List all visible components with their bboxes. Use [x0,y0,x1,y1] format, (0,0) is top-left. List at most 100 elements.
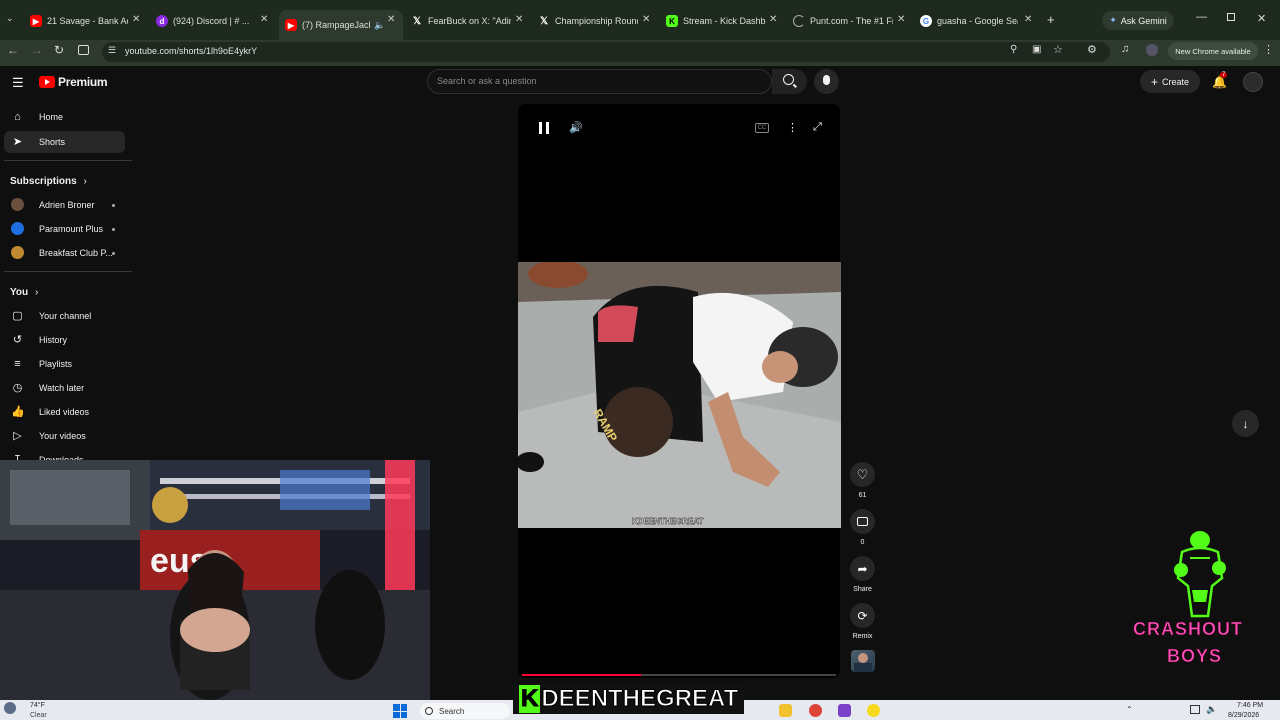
sidebar-item-playlists[interactable]: ≡ Playlists [0,353,126,375]
close-tab-icon[interactable]: ✕ [769,14,777,25]
youtube-logo-icon [39,76,55,88]
clock-time[interactable]: 7:46 PM [1237,702,1263,709]
pause-icon[interactable] [539,122,549,134]
tab-rampagejackson[interactable]: ▶ (7) RampageJacks 🔈 [279,10,403,40]
channel-icon: ▢ [12,309,23,322]
next-short-button[interactable]: ↓ [1232,410,1259,437]
caption-text: DEENTHEGREAT [541,685,739,713]
comments-button[interactable] [850,509,875,534]
youtube-premium-logo[interactable]: Premium [39,75,108,89]
like-button[interactable]: ♡ [850,462,875,487]
hamburger-menu-icon[interactable]: ☰ [12,75,24,91]
close-tab-icon[interactable]: ✕ [1024,14,1032,25]
kick-icon: K [666,15,678,27]
zoom-icon[interactable]: ⚲ [1010,44,1017,55]
sidebar-subscription-paramount-plus[interactable]: Paramount Plus [0,218,126,240]
video-icon: ▷ [13,429,22,442]
tab-discord[interactable]: d (924) Discord | # ... [156,9,254,33]
avatar [11,246,24,259]
arrow-down-icon: ↓ [1242,416,1249,431]
reload-icon[interactable]: ↻ [54,43,64,57]
fullscreen-icon[interactable]: ⤢ [813,121,822,134]
remix-button[interactable]: ⟳ [850,603,875,628]
crashout-boys-logo [1168,530,1230,622]
sidebar-subscription-adrien-broner[interactable]: Adrien Broner [0,194,126,216]
volume-icon[interactable]: 🔊 [569,121,583,134]
boys-text: BOYS [1167,646,1223,667]
subscriptions-heading[interactable]: Subscriptions › [10,176,87,187]
chrome-icon[interactable] [809,704,822,717]
file-explorer-icon[interactable] [779,704,792,717]
browser-tab-strip: ⌄ ▶ 21 Savage - Bank Acco ✕ d (924) Disc… [0,0,1280,40]
chrome-menu-icon[interactable]: ⋮ [1263,43,1274,56]
loading-icon [793,15,805,27]
sidebar-item-liked-videos[interactable]: 👍 Liked videos [0,401,126,423]
channel-avatar[interactable] [851,650,875,672]
stream-caption-banner: K DEENTHEGREAT [513,684,745,714]
system-tray-chevron-icon[interactable]: ⌃ [1126,705,1133,714]
media-controls-icon[interactable]: ♫ [1121,43,1129,55]
close-window-icon[interactable]: ✕ [1257,12,1266,25]
close-tab-icon[interactable]: ✕ [132,14,140,25]
close-tab-icon[interactable]: ✕ [515,14,523,25]
extensions-icon[interactable]: ⚙ [1087,43,1097,56]
close-tab-icon[interactable]: ✕ [387,14,395,25]
sidebar-divider [4,160,132,161]
windows-start-button[interactable] [393,704,407,718]
norton-icon[interactable] [867,704,880,717]
tab-championship[interactable]: 𝕏 Championship Rounds [538,9,638,33]
minimize-icon[interactable]: — [1196,11,1207,23]
site-info-icon[interactable]: ☰ [108,45,116,56]
tab-fearbuck[interactable]: 𝕏 FearBuck on X: "Adin R [411,9,511,33]
plus-icon: + [1150,74,1158,89]
audio-playing-icon[interactable]: 🔈 [374,20,385,31]
sidebar-subscription-breakfast-club[interactable]: Breakfast Club P... [0,242,126,264]
profile-icon[interactable] [1146,44,1158,56]
close-tab-icon[interactable]: ✕ [642,14,650,25]
google-icon: G [920,15,932,27]
home-icon: ⌂ [14,110,21,123]
sidebar-item-your-channel[interactable]: ▢ Your channel [0,305,126,327]
new-chrome-available-button[interactable]: New Chrome available [1168,42,1258,60]
new-content-dot [112,228,115,231]
cast-icon[interactable]: ▣ [1032,44,1041,55]
network-icon[interactable] [1190,705,1200,714]
tab-kick-dashboard[interactable]: K Stream - Kick Dashboa [666,9,766,33]
share-label: Share [853,586,872,593]
sidebar-item-your-videos[interactable]: ▷ Your videos [0,425,126,447]
taskbar-search[interactable]: Search [420,703,510,719]
sidebar-item-history[interactable]: ↺ History [0,329,126,351]
sidebar-item-shorts[interactable]: ➤ Shorts [4,131,125,153]
restore-icon[interactable] [1227,13,1235,21]
tab-google-search[interactable]: G guasha - Google Searc [920,9,1018,33]
back-arrow-icon[interactable]: ← [7,43,19,57]
url-text[interactable]: youtube.com/shorts/1lh9oE4ykrY [125,46,257,56]
more-options-icon[interactable]: ⋮ [787,121,798,134]
sidebar-item-watch-later[interactable]: ◷ Watch later [0,377,126,399]
bookmark-star-icon[interactable]: ☆ [1053,43,1063,56]
new-tab-icon[interactable]: + [1047,12,1055,27]
sidebar-item-home[interactable]: ⌂ Home [0,106,126,128]
history-icon: ↺ [12,333,23,346]
caption-prefix: K [519,685,541,713]
weather-icon[interactable] [4,702,16,714]
share-button[interactable]: ➦ [850,556,875,581]
close-tab-icon[interactable]: ✕ [260,14,268,25]
volume-tray-icon[interactable]: 🔈 [1206,704,1217,715]
short-video-frame: RAMP KDEENTHEGREAT [518,262,841,528]
you-heading[interactable]: You › [10,287,38,298]
captions-icon[interactable]: CC [755,123,769,133]
tab-punt[interactable]: Punt.com - The #1 Free [793,9,893,33]
create-button[interactable]: + Create [1140,70,1200,93]
close-tab-icon[interactable]: ✕ [897,14,905,25]
visual-studio-icon[interactable] [838,704,851,717]
new-content-dot [112,252,115,255]
account-avatar[interactable] [1243,72,1263,92]
tab-21-savage[interactable]: ▶ 21 Savage - Bank Acco [28,9,128,33]
weather-desc: Clear [30,712,47,719]
side-panel-icon[interactable] [78,45,89,55]
tab-search-chevron-icon[interactable]: ⌄ [6,13,14,24]
forward-arrow-icon[interactable]: → [31,43,43,57]
share-icon: ➦ [857,561,868,576]
ask-gemini-button[interactable]: ✦ Ask Gemini [1102,11,1174,30]
